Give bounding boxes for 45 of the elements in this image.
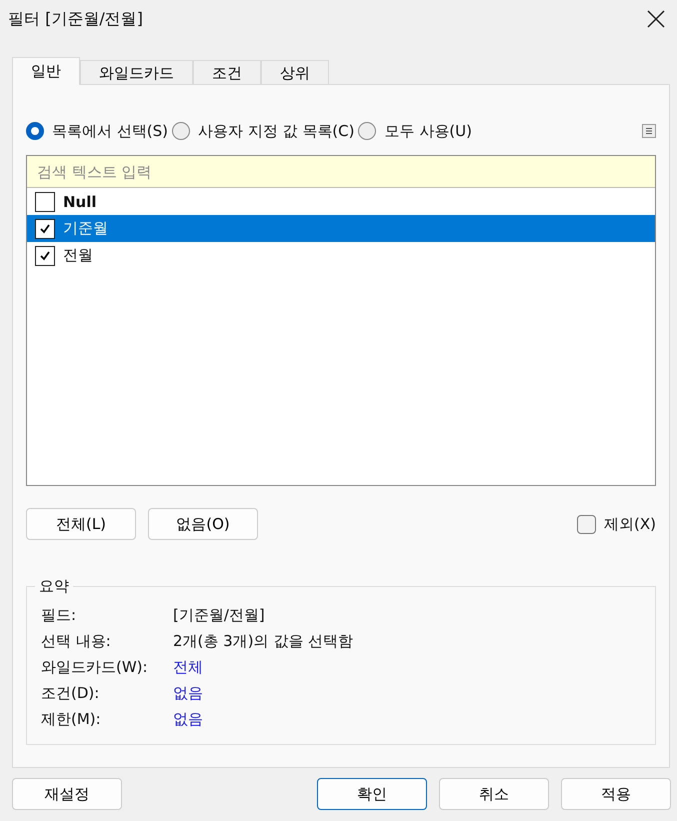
summary-label: 제한(M): (41, 710, 102, 728)
tab[interactable]: 조건 (193, 60, 261, 85)
summary-title: 요약 (38, 577, 70, 596)
summary-value: 2개(총 3개)의 값을 선택함 (173, 632, 354, 650)
item-label: Null (63, 192, 97, 210)
summary-label: 필드: (41, 606, 78, 624)
checkbox[interactable] (35, 218, 55, 238)
check-icon (39, 222, 51, 234)
list-item[interactable]: Null (27, 188, 655, 215)
summary-value: [기준월/전월] (173, 606, 265, 624)
summary-label: 와일드카드(W): (41, 658, 149, 676)
dialog-button[interactable]: 취소 (439, 778, 549, 810)
list-button[interactable]: 없음(O) (148, 508, 258, 540)
radio-icon[interactable] (358, 122, 376, 140)
tab[interactable]: 와일드카드 (80, 60, 193, 85)
summary-link[interactable]: 없음 (173, 684, 203, 702)
exclude-label: 제외(X) (604, 514, 656, 534)
list-item[interactable]: 기준월 (27, 215, 655, 242)
dialog-button[interactable]: 적용 (561, 778, 671, 810)
checkbox[interactable] (35, 246, 55, 266)
dialog-button[interactable]: 확인 (317, 778, 427, 810)
radio-icon[interactable] (172, 122, 190, 140)
radio-option[interactable]: 목록에서 선택(S) (26, 122, 168, 140)
summary-label: 선택 내용: (41, 632, 112, 650)
summary-label: 조건(D): (41, 684, 100, 702)
tab[interactable]: 일반 (12, 57, 80, 85)
radio-label: 목록에서 선택(S) (52, 122, 168, 140)
checkbox[interactable] (35, 192, 55, 212)
exclude-checkbox[interactable] (577, 514, 596, 534)
check-icon (39, 250, 51, 262)
item-label: 전월 (63, 246, 93, 265)
reset-button[interactable]: 재설정 (12, 778, 122, 810)
close-icon[interactable] (647, 10, 665, 28)
radio-icon[interactable] (26, 122, 44, 140)
summary-link[interactable]: 전체 (173, 658, 203, 676)
tab[interactable]: 상위 (261, 60, 329, 85)
summary-link[interactable]: 없음 (173, 710, 203, 728)
menu-icon[interactable] (642, 124, 656, 138)
window-title: 필터 [기준월/전월] (8, 8, 144, 30)
list-item[interactable]: 전월 (27, 242, 655, 269)
list-button[interactable]: 전체(L) (26, 508, 136, 540)
item-label: 기준월 (63, 219, 108, 238)
radio-option[interactable]: 모두 사용(U) (358, 122, 472, 140)
radio-label: 모두 사용(U) (384, 122, 472, 140)
search-field[interactable]: 검색 텍스트 입력 (27, 156, 655, 188)
